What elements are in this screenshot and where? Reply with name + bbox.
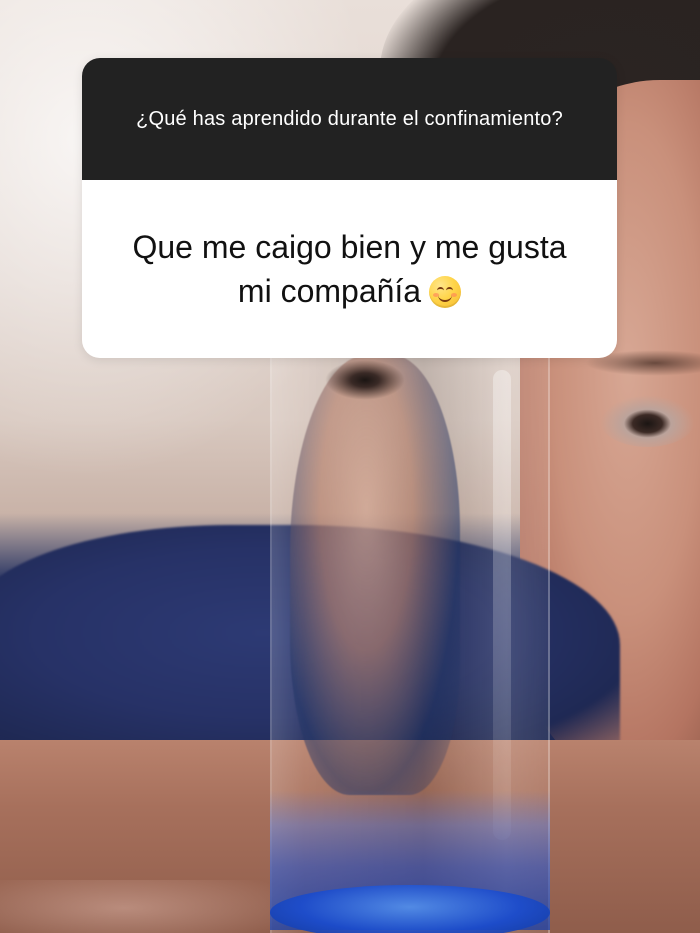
question-sticker: ¿Qué has aprendido durante el confinamie… — [82, 58, 617, 358]
answer-text-wrapper: Que me caigo bien y me gusta mi compañía — [130, 225, 569, 313]
glass-highlight — [493, 370, 511, 840]
glass-blue-rim — [270, 885, 550, 933]
person-eye — [600, 395, 695, 447]
answer-body: Que me caigo bien y me gusta mi compañía — [82, 180, 617, 358]
emoji-mouth — [438, 293, 453, 302]
smiling-face-with-smiling-eyes-icon — [429, 276, 462, 308]
answer-text: Que me caigo bien y me gusta mi compañía — [132, 228, 567, 309]
glass-refraction-eye — [325, 360, 405, 400]
question-text: ¿Qué has aprendido durante el confinamie… — [136, 108, 563, 130]
question-header: ¿Qué has aprendido durante el confinamie… — [82, 58, 617, 180]
glass-refraction — [290, 355, 460, 795]
